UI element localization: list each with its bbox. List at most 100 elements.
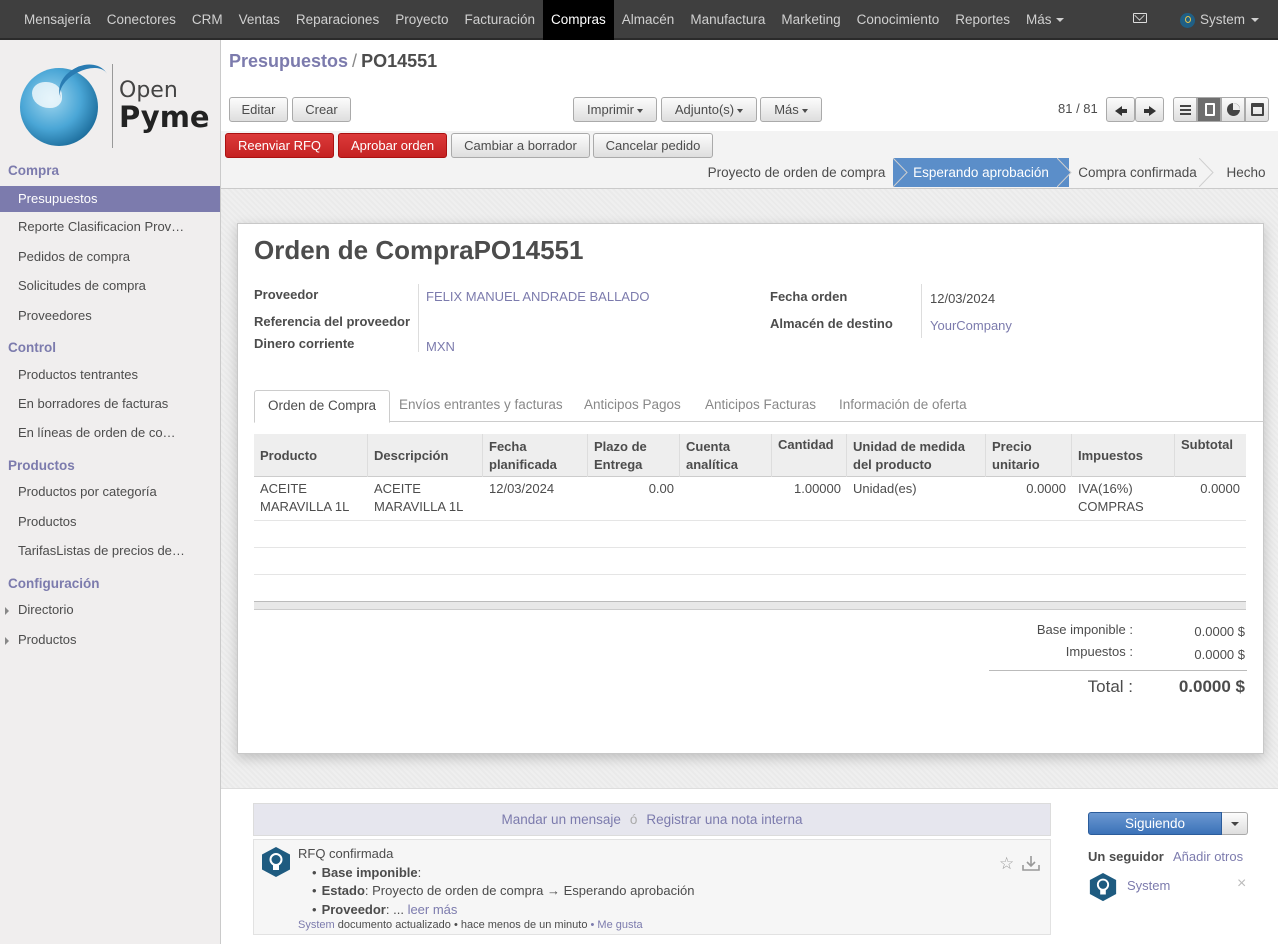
supplier-field[interactable]: FELIX MANUEL ANDRADE BALLADO [426, 289, 649, 304]
tab-orden-de-compra[interactable]: Orden de Compra [254, 390, 391, 423]
col-unidad-medida[interactable]: Unidad de medida del producto [847, 434, 986, 477]
like-link[interactable]: • Me gusta [591, 919, 643, 931]
user-avatar-icon [1180, 12, 1195, 28]
breadcrumb-parent[interactable]: Presupuestos [229, 51, 348, 71]
stage-waiting-approval[interactable]: Esperando aprobación [893, 158, 1069, 187]
star-icon[interactable]: ☆ [999, 854, 1014, 874]
create-button[interactable]: Crear [292, 97, 351, 122]
approve-order-button[interactable]: Aprobar orden [338, 133, 447, 158]
menu-crm[interactable]: CRM [184, 0, 231, 40]
read-more-link[interactable]: leer más [408, 902, 458, 917]
pager-next-button[interactable] [1135, 97, 1164, 122]
sidebar-item-productos-por-categoria[interactable]: Productos por categoría [0, 479, 220, 505]
stage-confirmed[interactable]: Compra confirmada [1071, 158, 1204, 187]
user-menu[interactable]: System [1180, 0, 1260, 40]
sidebar-item-pedidos-de-compra[interactable]: Pedidos de compra [0, 244, 220, 270]
sidebar-item-proveedores[interactable]: Proveedores [0, 303, 220, 329]
author-link[interactable]: System [298, 919, 335, 931]
list-icon-line [1180, 113, 1191, 115]
col-fecha-planificada[interactable]: Fecha planificada [483, 434, 588, 477]
log-note-link[interactable]: Registrar una nota interna [646, 812, 802, 827]
col-descripcion[interactable]: Descripción [368, 434, 483, 477]
sidebar-item-lineas-orden-compra[interactable]: En líneas de orden de co… [0, 420, 220, 446]
logo-text-pyme: Pyme [119, 100, 210, 134]
add-followers-link[interactable]: Añadir otros [1173, 849, 1243, 864]
print-button[interactable]: Imprimir [573, 97, 657, 122]
sidebar-item-borradores-facturas[interactable]: En borradores de facturas [0, 391, 220, 417]
menu-mensajeria[interactable]: Mensajería [16, 0, 99, 40]
sidebar-item-productos[interactable]: Productos [0, 509, 220, 535]
following-button[interactable]: Siguiendo [1088, 812, 1222, 835]
change-value: : Proyecto de orden de compra → Esperand… [364, 883, 695, 898]
menu-reparaciones[interactable]: Reparaciones [288, 0, 387, 40]
change-item: Base imponible: [312, 864, 694, 883]
tab-anticipos-pagos[interactable]: Anticipos Pagos [571, 390, 694, 422]
col-precio-unitario[interactable]: Precio unitario [986, 434, 1072, 477]
remove-follower-icon[interactable]: × [1237, 875, 1246, 893]
sidebar-section-configuracion: Configuración [8, 576, 100, 591]
warehouse-field[interactable]: YourCompany [930, 318, 1012, 333]
total-value: 0.0000 $ [1178, 677, 1245, 696]
message-body: RFQ confirmada Base imponible: Estado: P… [298, 845, 694, 919]
sidebar-item-config-productos[interactable]: Productos [0, 627, 220, 653]
sidebar-item-reporte-clasificacion[interactable]: Reporte Clasificacion Prov… [0, 214, 220, 240]
menu-manufactura[interactable]: Manufactura [682, 0, 773, 40]
attachments-button[interactable]: Adjunto(s) [661, 97, 757, 122]
edit-button[interactable]: Editar [229, 97, 288, 122]
sidebar-item-solicitudes-de-compra[interactable]: Solicitudes de compra [0, 273, 220, 299]
menu-ventas[interactable]: Ventas [231, 0, 288, 40]
chevron-down-icon [1251, 18, 1260, 22]
order-date-field[interactable]: 12/03/2024 [930, 291, 995, 306]
field-divider [418, 284, 419, 352]
send-message-link[interactable]: Mandar un mensaje [502, 812, 621, 827]
more-button[interactable]: Más [760, 97, 822, 122]
sidebar-item-productos-tentrantes[interactable]: Productos tentrantes [0, 362, 220, 388]
cell-uom: Unidad(es) [853, 481, 917, 496]
menu-reportes[interactable]: Reportes [947, 0, 1018, 40]
menu-compras[interactable]: Compras [543, 0, 614, 40]
stage-separator-shape [1199, 158, 1214, 187]
stage-draft[interactable]: Proyecto de orden de compra [700, 158, 893, 187]
sidebar-item-directorio[interactable]: Directorio [0, 597, 220, 623]
col-subtotal[interactable]: Subtotal [1175, 434, 1246, 477]
pager-previous-button[interactable] [1106, 97, 1135, 122]
following-dropdown-button[interactable] [1222, 812, 1248, 835]
author-avatar[interactable] [260, 846, 292, 878]
download-icon[interactable] [1021, 855, 1041, 872]
col-producto[interactable]: Producto [254, 434, 368, 477]
stage-done[interactable]: Hecho [1215, 158, 1277, 187]
col-plazo-entrega[interactable]: Plazo de Entrega [588, 434, 680, 477]
tab-anticipos-facturas[interactable]: Anticipos Facturas [692, 390, 829, 422]
menu-marketing[interactable]: Marketing [773, 0, 848, 40]
sidebar-item-tarifas[interactable]: TarifasListas de precios de… [0, 538, 220, 564]
table-row[interactable]: ACEITE MARAVILLA 1L ACEITE MARAVILLA 1L … [254, 477, 1246, 521]
tab-envios-entrantes[interactable]: Envíos entrantes y facturas [386, 390, 576, 422]
menu-proyecto[interactable]: Proyecto [387, 0, 456, 40]
cancel-order-button[interactable]: Cancelar pedido [593, 133, 713, 158]
col-cantidad[interactable]: Cantidad [772, 434, 847, 477]
graph-view-button[interactable] [1221, 97, 1245, 122]
follower-avatar[interactable] [1088, 872, 1118, 902]
menu-mas[interactable]: Más [1018, 0, 1072, 40]
tab-informacion-oferta[interactable]: Información de oferta [826, 390, 980, 422]
col-cuenta-analitica[interactable]: Cuenta analítica [680, 434, 772, 477]
menu-almacen[interactable]: Almacén [614, 0, 683, 40]
sidebar-item-presupuestos[interactable]: Presupuestos [0, 186, 220, 212]
col-impuestos[interactable]: Impuestos [1072, 434, 1175, 477]
top-menu: Mensajería Conectores CRM Ventas Reparac… [16, 0, 1072, 40]
set-to-draft-button[interactable]: Cambiar a borrador [451, 133, 590, 158]
menu-conocimiento[interactable]: Conocimiento [849, 0, 948, 40]
envelope-icon[interactable] [1133, 13, 1147, 23]
cell-subtotal: 0.0000 [1200, 481, 1240, 496]
menu-conectores[interactable]: Conectores [99, 0, 184, 40]
follower-name[interactable]: System [1127, 878, 1170, 893]
menu-facturacion[interactable]: Facturación [456, 0, 543, 40]
resend-rfq-button[interactable]: Reenviar RFQ [225, 133, 334, 158]
currency-field[interactable]: MXN [426, 339, 455, 354]
form-view-button[interactable] [1197, 97, 1221, 122]
change-label: Proveedor [321, 901, 386, 917]
chevron-down-icon [1055, 18, 1064, 23]
list-view-button[interactable] [1173, 97, 1197, 122]
openpyme-logo[interactable]: Open Pyme [18, 56, 210, 150]
calendar-view-button[interactable] [1245, 97, 1269, 122]
